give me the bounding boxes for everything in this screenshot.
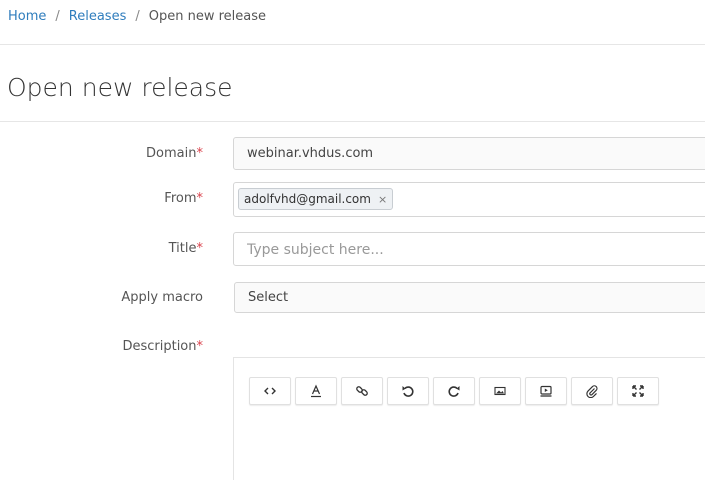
- title-field[interactable]: [233, 232, 705, 266]
- breadcrumb-separator: /: [135, 9, 140, 24]
- attachment-button[interactable]: [571, 377, 613, 405]
- font-color-icon: [311, 384, 321, 398]
- from-field[interactable]: adolfvhd@gmail.com ×: [233, 182, 705, 217]
- breadcrumb-releases-link[interactable]: Releases: [69, 9, 127, 24]
- undo-icon: [402, 386, 414, 397]
- description-label: Description*: [122, 339, 203, 354]
- image-icon: [494, 386, 506, 396]
- macro-select[interactable]: Select: [234, 282, 705, 313]
- required-marker: *: [196, 339, 204, 354]
- title-input[interactable]: [247, 242, 699, 258]
- video-icon: [540, 385, 552, 397]
- font-color-button[interactable]: [295, 377, 337, 405]
- divider: [0, 44, 705, 45]
- code-icon: [264, 387, 276, 395]
- image-button[interactable]: [479, 377, 521, 405]
- redo-button[interactable]: [433, 377, 475, 405]
- title-label: Title*: [168, 241, 204, 256]
- link-button[interactable]: [341, 377, 383, 405]
- required-marker: *: [196, 146, 204, 161]
- required-marker: *: [196, 241, 204, 256]
- link-icon: [356, 386, 368, 396]
- macro-label: Apply macro: [121, 290, 203, 305]
- divider: [0, 121, 705, 122]
- description-editor[interactable]: [233, 357, 705, 480]
- breadcrumb-separator: /: [55, 9, 60, 24]
- fullscreen-icon: [632, 385, 644, 397]
- domain-label: Domain*: [146, 146, 203, 161]
- attachment-icon: [586, 385, 598, 398]
- from-email-tag-label: adolfvhd@gmail.com: [244, 192, 371, 206]
- page-title: Open new release: [7, 73, 233, 102]
- required-marker: *: [196, 191, 204, 206]
- code-view-button[interactable]: [249, 377, 291, 405]
- breadcrumb-current: Open new release: [148, 9, 267, 24]
- editor-toolbar: [249, 377, 663, 405]
- macro-select-value: Select: [248, 290, 289, 305]
- breadcrumb: Home / Releases / Open new release: [8, 9, 266, 24]
- domain-field[interactable]: webinar.vhdus.com: [233, 137, 705, 170]
- from-email-tag: adolfvhd@gmail.com ×: [238, 188, 394, 210]
- redo-icon: [448, 386, 460, 397]
- video-button[interactable]: [525, 377, 567, 405]
- breadcrumb-home-link[interactable]: Home: [8, 9, 46, 24]
- fullscreen-button[interactable]: [617, 377, 659, 405]
- domain-value: webinar.vhdus.com: [247, 146, 374, 161]
- undo-button[interactable]: [387, 377, 429, 405]
- from-label: From*: [164, 191, 203, 206]
- tag-remove-icon[interactable]: ×: [378, 193, 387, 206]
